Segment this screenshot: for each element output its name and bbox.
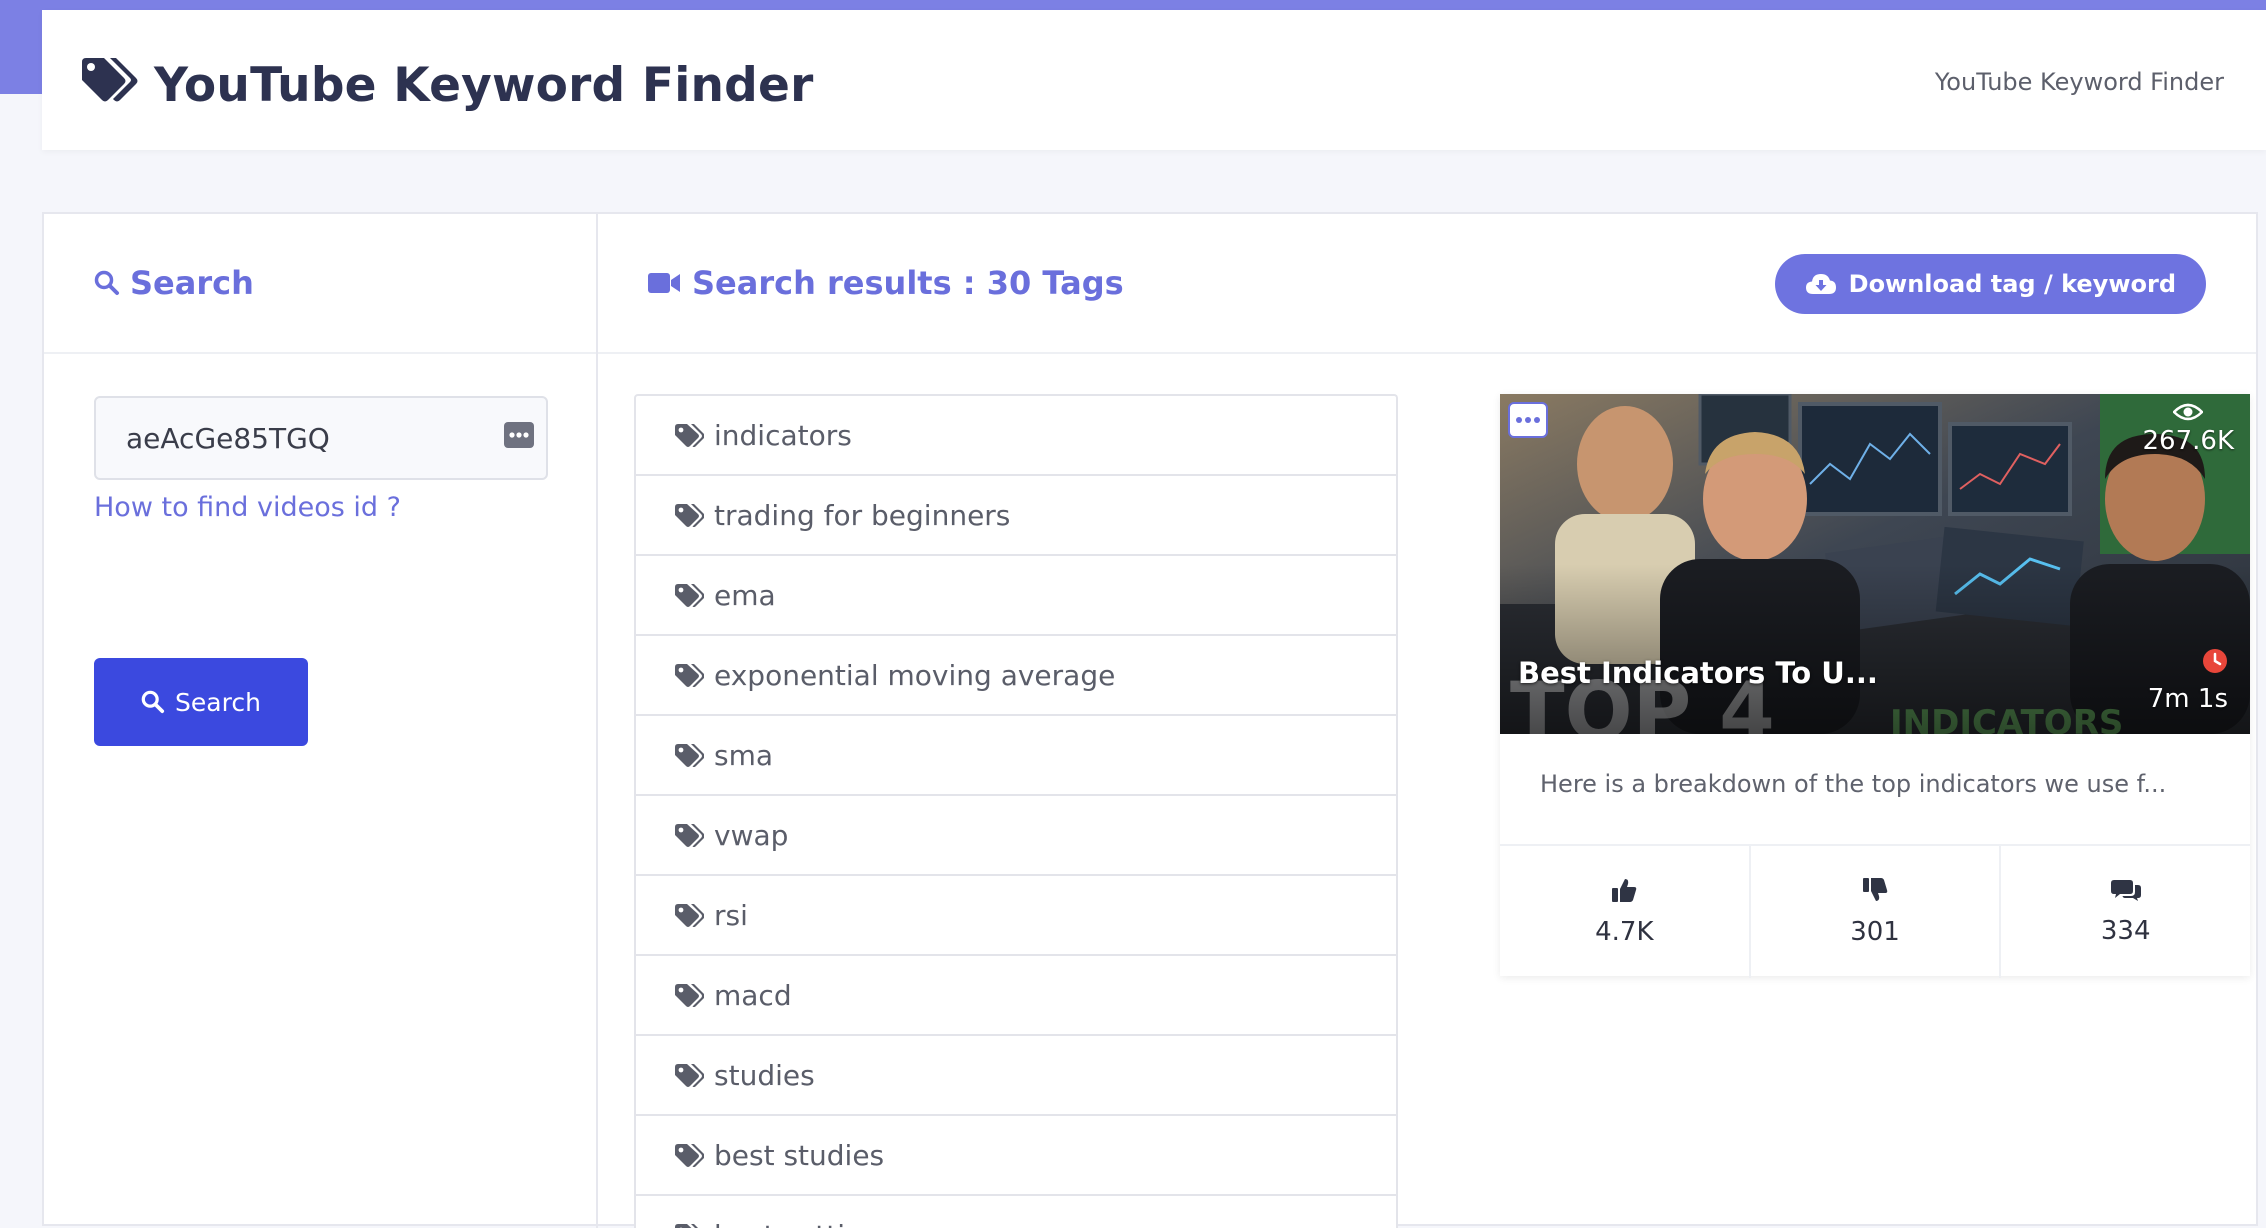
tag-label: vwap (714, 819, 788, 852)
tag-label: best settings (714, 1219, 895, 1228)
thumbs-down-icon (1862, 877, 1888, 903)
search-panel: Search How to find videos id ? Search (44, 214, 598, 1228)
video-duration: 7m 1s (2148, 648, 2228, 714)
search-button-label: Search (175, 688, 261, 717)
tag-item[interactable]: ema (634, 554, 1398, 634)
clock-icon (2202, 648, 2228, 674)
tag-item[interactable]: macd (634, 954, 1398, 1034)
tag-label: sma (714, 739, 773, 772)
video-card: TOP 4 INDICATORS 267.6K Best Indicators … (1500, 394, 2250, 976)
tag-list: indicators trading for beginners ema expone… (634, 394, 1398, 1228)
app-header: YouTube Keyword Finder YouTube Keyword F… (42, 10, 2266, 150)
eye-icon (2173, 402, 2203, 422)
tag-label: macd (714, 979, 792, 1012)
tag-item[interactable]: trading for beginners (634, 474, 1398, 554)
app-title: YouTube Keyword Finder (154, 58, 814, 113)
comments-count: 334 (2101, 916, 2151, 946)
tag-item[interactable]: indicators (634, 394, 1398, 474)
results-title-text: Search results : 30 Tags (692, 264, 1124, 302)
results-panel: Search results : 30 Tags Download tag / … (598, 214, 2256, 1228)
tag-item[interactable]: studies (634, 1034, 1398, 1114)
tag-icon (674, 583, 704, 607)
results-panel-header: Search results : 30 Tags Download tag / … (598, 214, 2256, 354)
video-thumbnail[interactable]: TOP 4 INDICATORS 267.6K Best Indicators … (1500, 394, 2250, 734)
tag-label: trading for beginners (714, 499, 1010, 532)
tag-item[interactable]: vwap (634, 794, 1398, 874)
video-description: Here is a breakdown of the top indicator… (1540, 770, 2166, 798)
tag-icon (674, 503, 704, 527)
comments-stat: 334 (2001, 846, 2250, 978)
view-count-value: 267.6K (2143, 426, 2234, 456)
comments-icon (2111, 878, 2141, 902)
breadcrumb[interactable]: YouTube Keyword Finder (1935, 68, 2224, 96)
likes-stat: 4.7K (1500, 846, 1751, 978)
tag-icon (674, 983, 704, 1007)
download-tags-button[interactable]: Download tag / keyword (1775, 254, 2206, 314)
more-icon (1516, 417, 1522, 423)
more-options-button[interactable] (1508, 402, 1548, 438)
tag-label: indicators (714, 419, 852, 452)
tag-label: studies (714, 1059, 815, 1092)
results-title: Search results : 30 Tags (648, 264, 1124, 302)
download-button-label: Download tag / keyword (1849, 270, 2176, 298)
search-panel-title: Search (94, 264, 254, 302)
tag-icon (674, 1143, 704, 1167)
search-panel-title-text: Search (130, 264, 254, 302)
thumbs-up-icon (1611, 877, 1637, 903)
tag-item[interactable]: best settings (634, 1194, 1398, 1228)
video-title[interactable]: Best Indicators To U... (1518, 656, 1878, 690)
tag-icon (674, 423, 704, 447)
search-icon (94, 270, 120, 296)
tag-item[interactable]: sma (634, 714, 1398, 794)
cloud-download-icon (1805, 272, 1837, 296)
tag-icon (674, 663, 704, 687)
video-stats: 4.7K 301 334 (1500, 844, 2250, 978)
tag-label: exponential moving average (714, 659, 1115, 692)
tag-label: best studies (714, 1139, 884, 1172)
tag-icon (674, 823, 704, 847)
tag-label: rsi (714, 899, 748, 932)
dislikes-count: 301 (1850, 917, 1900, 947)
video-id-field[interactable] (94, 396, 548, 480)
search-button[interactable]: Search (94, 658, 308, 746)
main-card: Search How to find videos id ? Search (42, 212, 2258, 1226)
video-camera-icon (648, 272, 680, 294)
search-panel-header: Search (44, 214, 596, 354)
top-accent-strip (0, 0, 2266, 10)
tag-label: ema (714, 579, 776, 612)
likes-count: 4.7K (1595, 917, 1653, 947)
duration-value: 7m 1s (2148, 684, 2228, 714)
left-accent-block (0, 0, 44, 94)
tag-icon (674, 743, 704, 767)
tag-item[interactable]: exponential moving average (634, 634, 1398, 714)
how-to-find-id-link[interactable]: How to find videos id ? (94, 492, 401, 523)
tag-item[interactable]: best studies (634, 1114, 1398, 1194)
search-icon (141, 690, 165, 714)
tag-item[interactable]: rsi (634, 874, 1398, 954)
password-key-icon[interactable] (504, 422, 534, 448)
video-id-input[interactable] (126, 416, 476, 460)
tag-icon (674, 1063, 704, 1087)
view-count: 267.6K (2143, 402, 2234, 456)
dislikes-stat: 301 (1751, 846, 2002, 978)
tags-logo-icon (80, 56, 142, 112)
tag-icon (674, 903, 704, 927)
